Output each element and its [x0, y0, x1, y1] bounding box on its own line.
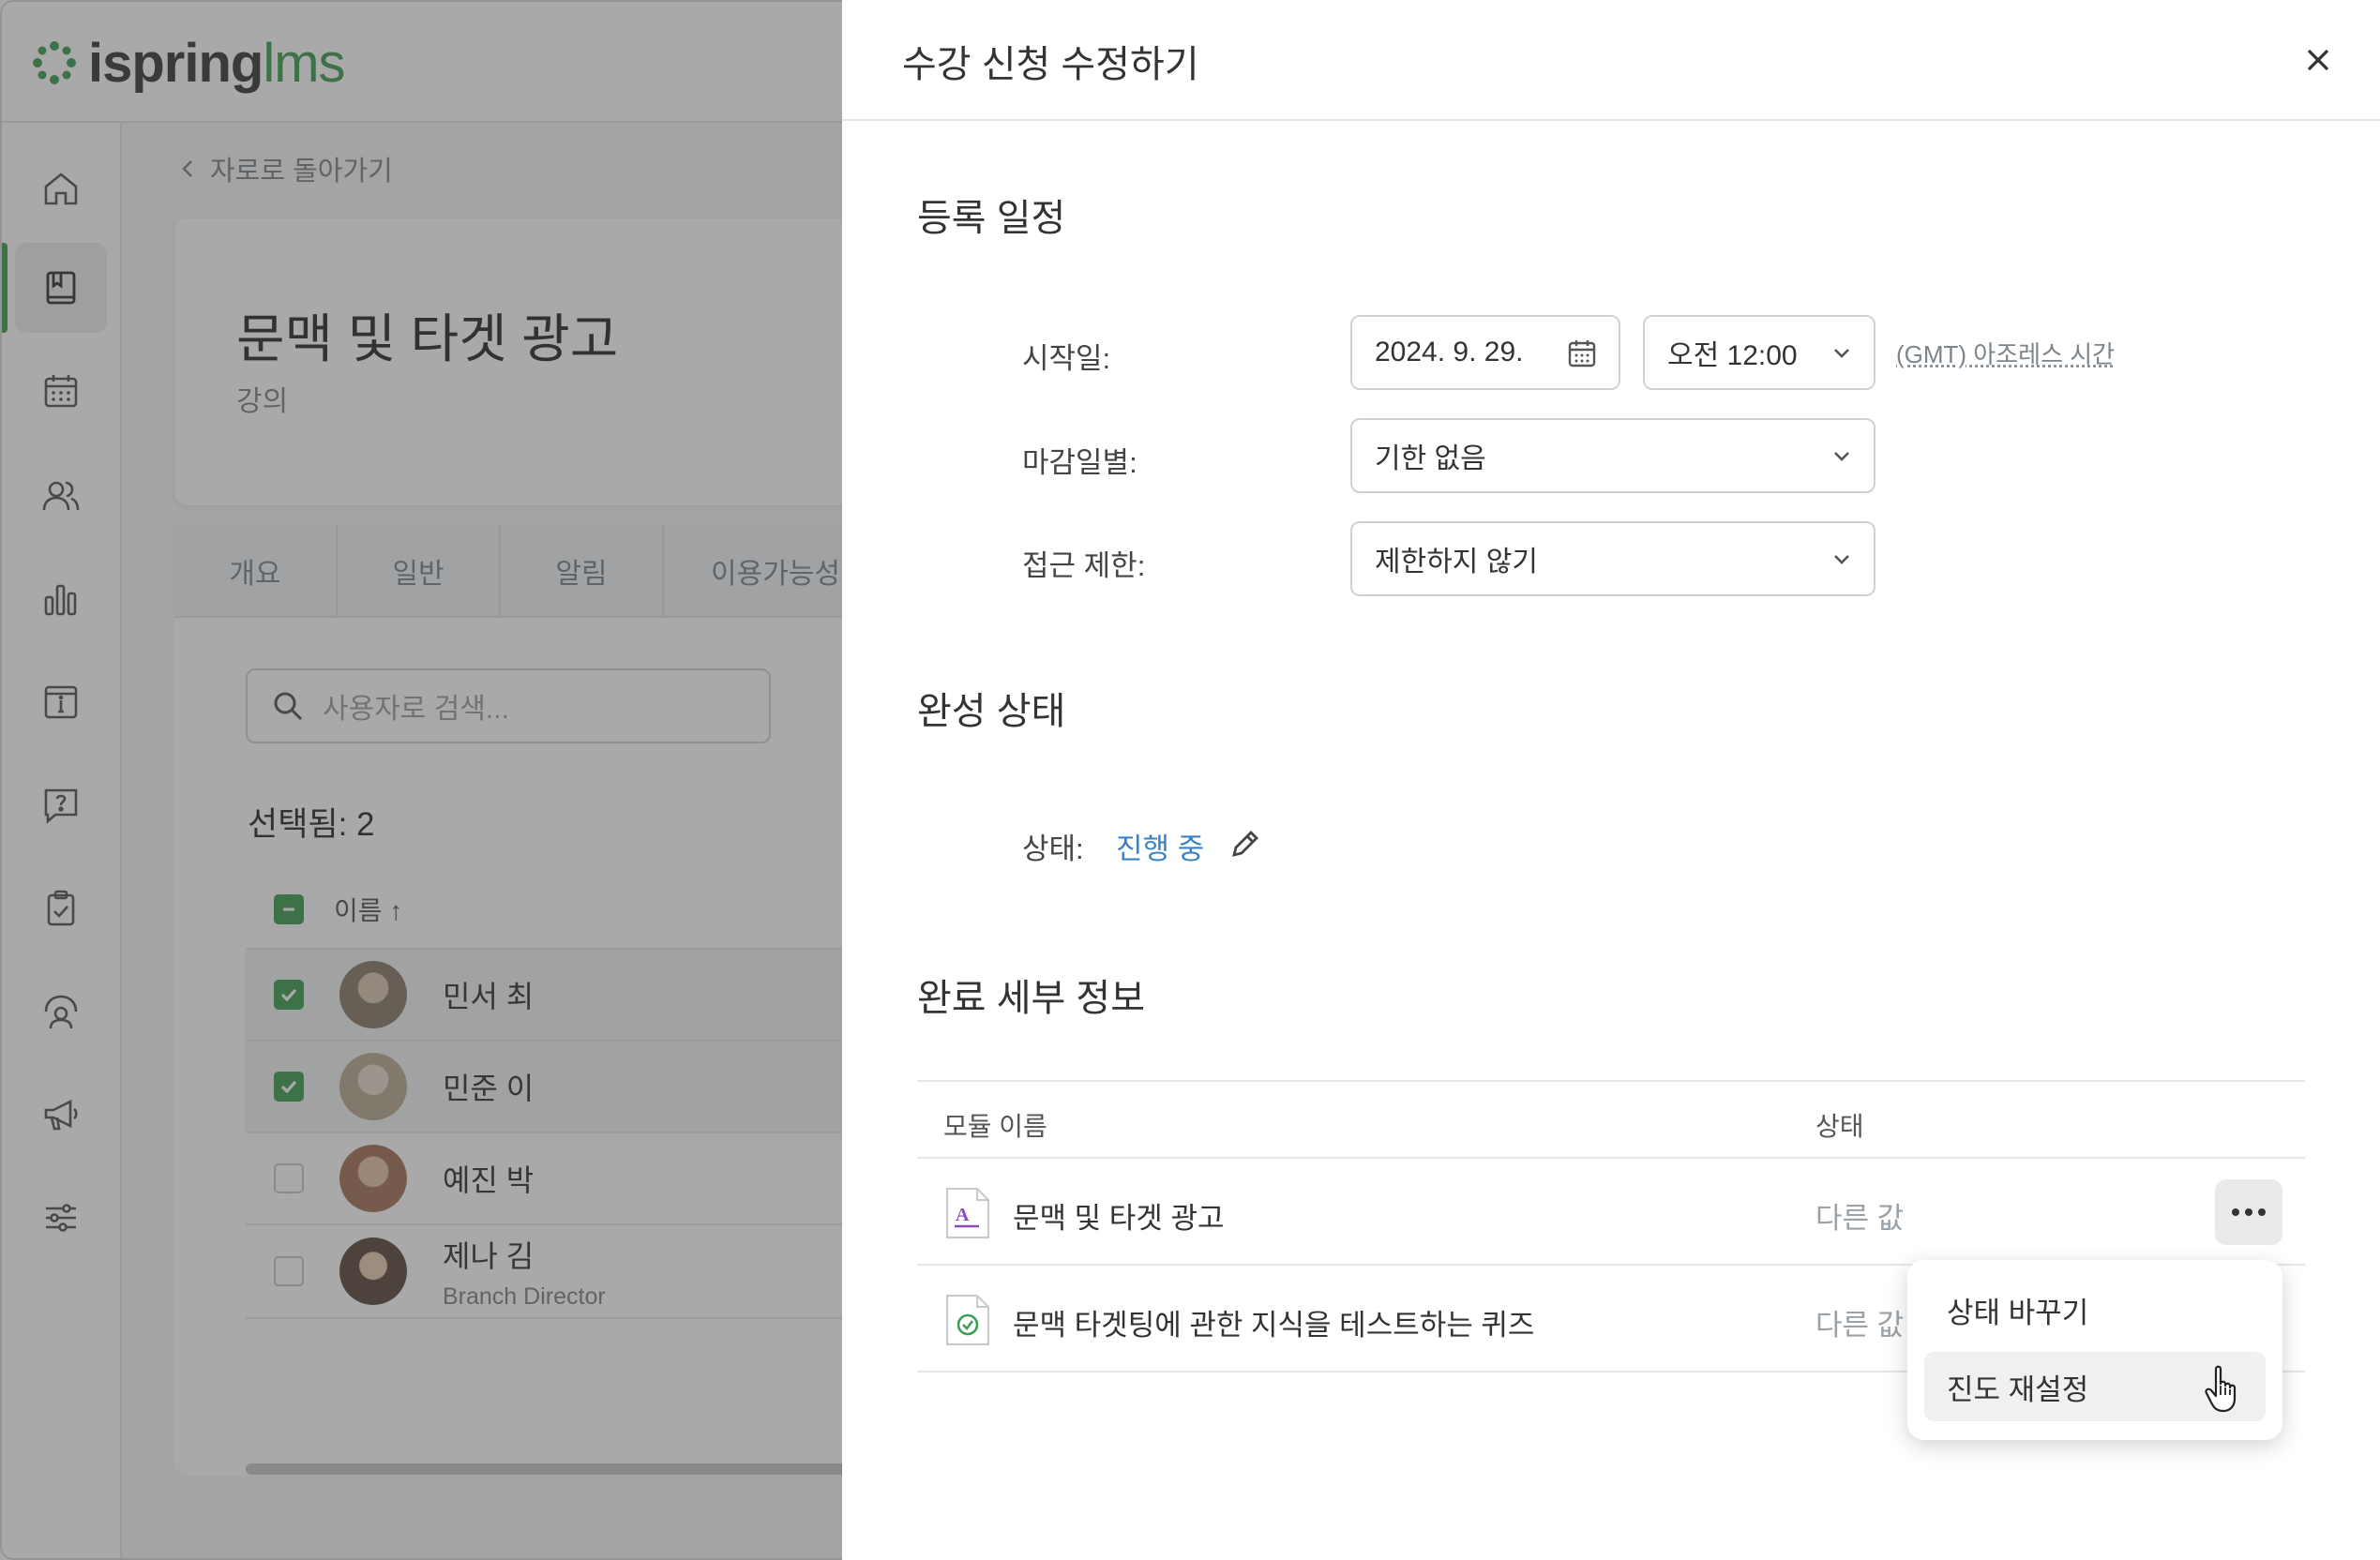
access-restriction-select[interactable]: 제한하지 않기: [1350, 521, 1875, 596]
details-section-title: 완료 세부 정보: [917, 978, 1146, 1019]
more-options-button[interactable]: [2215, 1179, 2282, 1245]
chevron-down-icon: [1834, 349, 1849, 358]
module-status: 다른 값: [1815, 1202, 1905, 1235]
quiz-file-icon: [946, 1295, 989, 1345]
pencil-icon[interactable]: [1227, 825, 1264, 862]
module-name-column-header: 모듈 이름: [943, 1112, 1047, 1141]
deadline-select[interactable]: 기한 없음: [1350, 418, 1875, 493]
course-file-icon: A: [946, 1188, 989, 1238]
drawer-header: 수강 신청 수정하기: [842, 0, 2380, 121]
status-label: 상태:: [1022, 832, 1084, 865]
module-name: 문맥 타겟팅에 관한 지식을 테스트하는 퀴즈: [1013, 1309, 1535, 1342]
access-restriction-value: 제한하지 않기: [1375, 547, 1538, 578]
completion-section-title: 완성 상태: [917, 691, 1066, 732]
deadline-label: 마감일별:: [1022, 446, 1137, 479]
module-name: 문맥 및 타겟 광고: [1013, 1202, 1225, 1235]
chevron-down-icon: [1834, 555, 1849, 564]
hand-pointer-icon: [2205, 1365, 2237, 1413]
svg-text:A: A: [956, 1205, 970, 1225]
module-status: 다른 값: [1815, 1309, 1905, 1342]
access-restriction-label: 접근 제한:: [1022, 549, 1146, 582]
chevron-down-icon: [1834, 452, 1849, 461]
timezone-link[interactable]: (GMT) 아조레스 시간: [1896, 336, 2115, 370]
module-row: A 문맥 및 타겟 광고 다른 값: [917, 1159, 2305, 1266]
start-time-select[interactable]: 오전 12:00: [1643, 315, 1875, 390]
start-time-value: 오전 12:00: [1667, 340, 1798, 371]
status-value: 진행 중: [1116, 832, 1205, 865]
more-dots-icon: [2232, 1208, 2239, 1216]
change-status-menu-item[interactable]: 상태 바꾸기: [1924, 1275, 2266, 1344]
deadline-value: 기한 없음: [1375, 443, 1486, 474]
more-dots-icon: [2258, 1208, 2266, 1216]
calendar-icon: [1568, 340, 1596, 368]
close-icon: [2307, 49, 2329, 71]
module-table-header: 모듈 이름 상태: [917, 1080, 2305, 1159]
status-column-header: 상태: [1815, 1112, 1864, 1141]
start-date-field[interactable]: 2024. 9. 29.: [1350, 315, 1620, 390]
close-button[interactable]: [2296, 38, 2341, 82]
start-date-value: 2024. 9. 29.: [1375, 337, 1524, 368]
start-date-label: 시작일:: [1022, 342, 1111, 375]
schedule-section-title: 등록 일정: [917, 198, 1066, 239]
more-dots-icon: [2245, 1208, 2252, 1216]
drawer-title: 수강 신청 수정하기: [902, 44, 1199, 85]
